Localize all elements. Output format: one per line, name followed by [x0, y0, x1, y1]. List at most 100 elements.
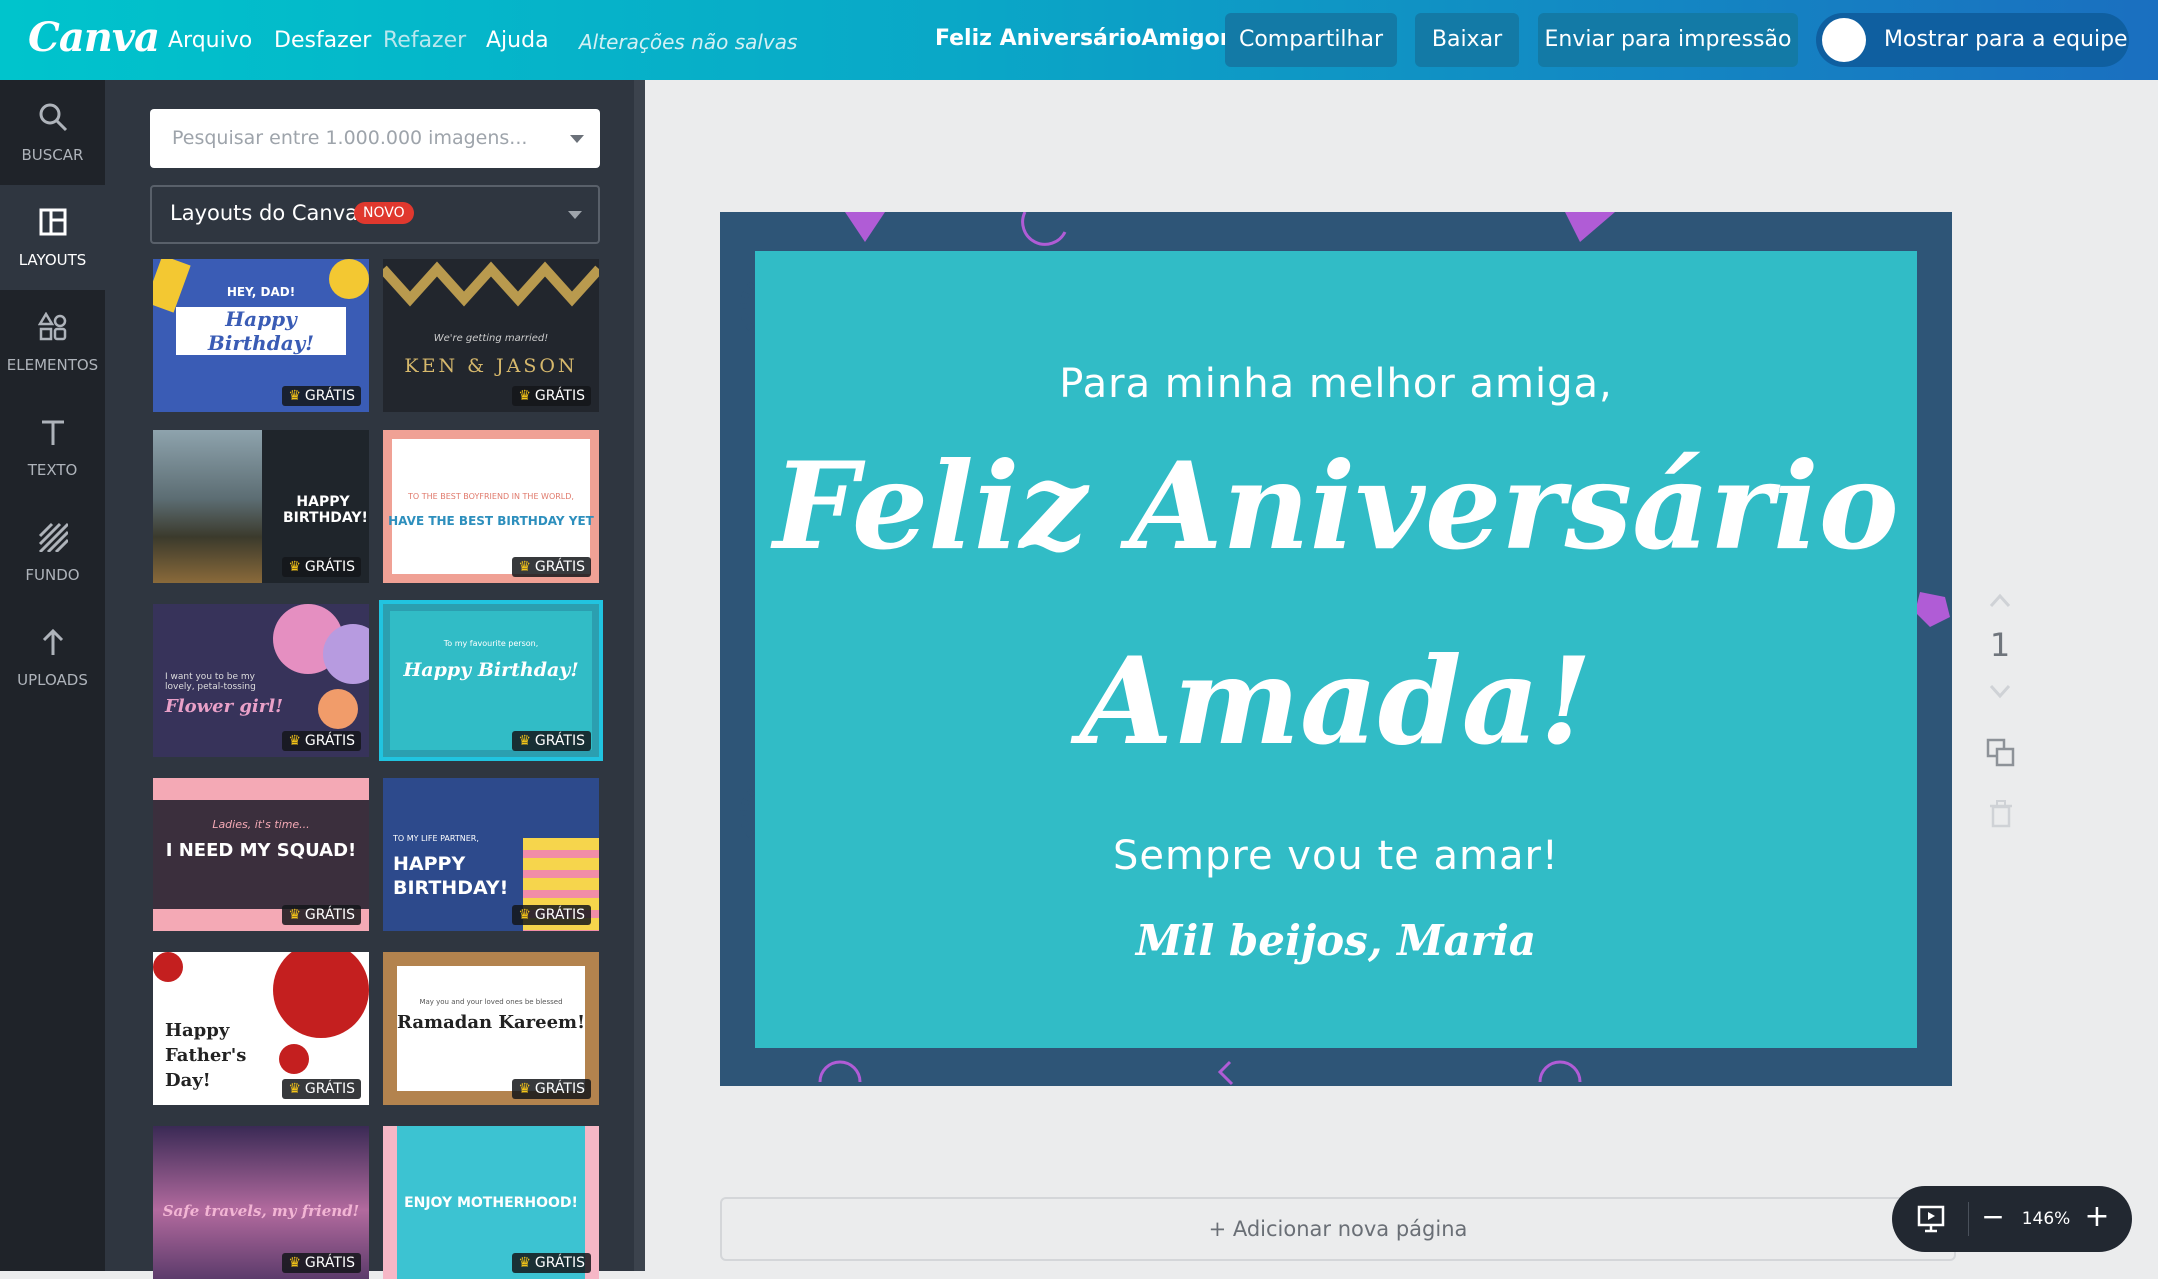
rail-label: LAYOUTS [18, 251, 87, 269]
free-badge-label: GRÁTIS [304, 1081, 355, 1097]
free-badge: ♛ GRÁTIS [282, 557, 361, 577]
thumb-title: HAPPY BIRTHDAY! [283, 494, 368, 526]
thumb-subtitle: I want you to be my lovely, petal-tossin… [165, 672, 256, 692]
rail-label: TEXTO [27, 461, 78, 479]
page-tools: 1 [1980, 590, 2020, 830]
show-team-label: Mostrar para a equipe [1884, 27, 2128, 52]
avatar [1822, 18, 1866, 62]
free-badge: ♛ GRÁTIS [282, 905, 361, 925]
image-search-input[interactable]: Pesquisar entre 1.000.000 imagens... [150, 109, 600, 168]
crown-icon: ♛ [518, 388, 531, 404]
free-badge: ♛ GRÁTIS [512, 1079, 591, 1099]
crown-icon: ♛ [518, 1081, 531, 1097]
thumb-subtitle: Ladies, it's time... [212, 818, 310, 831]
thumb-title: HAPPY BIRTHDAY! [393, 853, 509, 899]
rail-fundo[interactable]: FUNDO [0, 500, 105, 605]
crown-icon: ♛ [288, 388, 301, 404]
print-button[interactable]: Enviar para impressão [1538, 13, 1798, 67]
crown-icon: ♛ [288, 559, 301, 575]
chevron-down-icon[interactable] [570, 135, 584, 143]
zoom-level[interactable]: 146% [2016, 1209, 2076, 1229]
free-badge-label: GRÁTIS [534, 907, 585, 923]
layout-thumb-7[interactable]: Ladies, it's time... I NEED MY SQUAD! ♛ G… [153, 778, 369, 931]
layout-thumb-3[interactable]: HAPPY BIRTHDAY! ♛ GRÁTIS [153, 430, 369, 583]
design-canvas[interactable]: Para minha melhor amiga, Feliz Aniversár… [720, 212, 1952, 1086]
elements-icon [38, 312, 67, 341]
canva-logo[interactable]: Canva [28, 14, 160, 61]
menu-desfazer[interactable]: Desfazer [274, 28, 371, 53]
card-subtitle[interactable]: Sempre vou te amar! [755, 833, 1917, 879]
layout-thumb-11[interactable]: Safe travels, my friend! ♛ GRÁTIS [153, 1126, 369, 1279]
crown-icon: ♛ [518, 559, 531, 575]
rail-layouts[interactable]: LAYOUTS [0, 185, 105, 290]
new-badge: NOVO [354, 202, 414, 224]
crown-icon: ♛ [288, 1255, 301, 1271]
free-badge-label: GRÁTIS [304, 907, 355, 923]
free-badge-label: GRÁTIS [304, 733, 355, 749]
card-title-line1[interactable]: Feliz Aniversário [755, 436, 1917, 577]
thumb-title: KEN & JASON [404, 355, 578, 377]
duplicate-page-icon[interactable] [1986, 738, 2016, 768]
chevron-pattern [383, 261, 599, 307]
free-badge: ♛ GRÁTIS [512, 386, 591, 406]
background-icon [38, 522, 68, 552]
present-button[interactable] [1906, 1186, 1958, 1252]
zoom-in-button[interactable]: + [2082, 1200, 2112, 1236]
free-badge: ♛ GRÁTIS [512, 557, 591, 577]
divider [1968, 1202, 1969, 1236]
document-title[interactable]: Feliz AniversárioAmigona! [935, 26, 1260, 51]
layout-thumb-6-selected[interactable]: To my favourite person, Happy Birthday! … [379, 600, 603, 761]
thumb-title: Happy Birthday! [176, 307, 346, 355]
thumb-title: Happy Father's Day! [165, 1020, 247, 1091]
crown-icon: ♛ [288, 1081, 301, 1097]
share-button[interactable]: Compartilhar [1225, 13, 1397, 67]
rail-label: ELEMENTOS [6, 356, 99, 374]
free-badge-label: GRÁTIS [534, 559, 585, 575]
card-text-layer: Para minha melhor amiga, Feliz Aniversár… [755, 251, 1917, 1048]
layout-thumb-5[interactable]: I want you to be my lovely, petal-tossin… [153, 604, 369, 757]
layout-thumb-1[interactable]: HEY, DAD! Happy Birthday! ♛ GRÁTIS [153, 259, 369, 412]
free-badge: ♛ GRÁTIS [512, 905, 591, 925]
thumb-title: Flower girl! [165, 696, 283, 717]
top-bar: Canva Arquivo Desfazer Refazer Ajuda Alt… [0, 0, 2158, 80]
delete-page-icon[interactable] [1988, 800, 2014, 828]
rail-buscar[interactable]: BUSCAR [0, 80, 105, 185]
free-badge: ♛ GRÁTIS [282, 1079, 361, 1099]
move-page-down-icon[interactable] [1988, 682, 2012, 702]
layouts-icon [39, 208, 67, 236]
zoom-out-button[interactable]: − [1978, 1202, 2008, 1236]
thumb-subtitle: TO THE BEST BOYFRIEND IN THE WORLD, [408, 492, 574, 501]
layout-thumb-10[interactable]: May you and your loved ones be blessed R… [383, 952, 599, 1105]
thumb-subtitle: May you and your loved ones be blessed [419, 998, 563, 1006]
add-page-button[interactable]: + Adicionar nova página [720, 1197, 1956, 1261]
rail-uploads[interactable]: UPLOADS [0, 605, 105, 710]
free-badge: ♛ GRÁTIS [512, 731, 591, 751]
menu-refazer[interactable]: Refazer [383, 28, 466, 53]
download-button[interactable]: Baixar [1415, 13, 1519, 67]
layout-category-select[interactable]: Layouts do Canva NOVO [150, 185, 600, 244]
search-icon [39, 103, 68, 132]
layout-thumb-12[interactable]: ENJOY MOTHERHOOD! ♛ GRÁTIS [383, 1126, 599, 1279]
move-page-up-icon[interactable] [1988, 590, 2012, 610]
thumb-title: Happy Birthday! [403, 659, 579, 681]
crown-icon: ♛ [288, 733, 301, 749]
rail-texto[interactable]: TEXTO [0, 395, 105, 500]
present-icon [1917, 1205, 1945, 1233]
rail-elementos[interactable]: ELEMENTOS [0, 290, 105, 395]
thumb-title: I NEED MY SQUAD! [165, 840, 357, 861]
card-intro-text[interactable]: Para minha melhor amiga, [755, 361, 1917, 407]
card-title-line2[interactable]: Amada! [755, 631, 1917, 772]
menu-ajuda[interactable]: Ajuda [486, 28, 549, 53]
panel-scrollbar[interactable] [634, 80, 645, 1271]
upload-icon [42, 628, 64, 655]
layout-category-label: Layouts do Canva [170, 201, 358, 225]
layout-thumb-8[interactable]: TO MY LIFE PARTNER, HAPPY BIRTHDAY! ♛ GRÁ… [383, 778, 599, 931]
menu-arquivo[interactable]: Arquivo [168, 28, 252, 53]
layout-thumb-9[interactable]: Happy Father's Day! ♛ GRÁTIS [153, 952, 369, 1105]
layout-thumb-4[interactable]: TO THE BEST BOYFRIEND IN THE WORLD, HAVE… [383, 430, 599, 583]
chevron-down-icon[interactable] [568, 211, 582, 219]
page-number: 1 [1989, 626, 2011, 664]
layout-thumb-2[interactable]: We're getting married! KEN & JASON ♛ GRÁT… [383, 259, 599, 412]
card-signature[interactable]: Mil beijos, Maria [755, 916, 1917, 965]
show-team-button[interactable]: Mostrar para a equipe [1816, 13, 2129, 67]
